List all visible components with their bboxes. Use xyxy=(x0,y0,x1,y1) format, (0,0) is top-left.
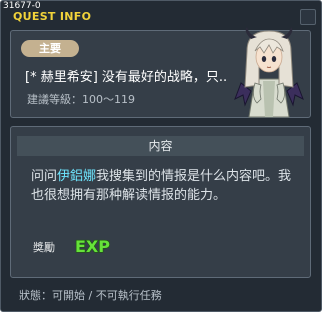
close-button[interactable] xyxy=(300,9,316,25)
recommended-level: 建議等級：100～119 xyxy=(27,93,135,106)
npc-name-link[interactable]: 伊鋁娜 xyxy=(57,169,96,184)
quest-status: 狀態：可開始 / 不可執行任務 xyxy=(19,289,162,302)
reward-label: 獎勵 xyxy=(33,241,55,254)
reward-row: 獎勵 EXP xyxy=(11,227,310,267)
quest-description: 问问伊鋁娜我搜集到的情报是什么内容吧。我也很想拥有那种解读情报的能力。 xyxy=(31,167,303,205)
quest-name: [* 赫里希安] 没有最好的战略，只.. xyxy=(25,70,228,85)
npc-portrait xyxy=(234,27,304,118)
quest-info-window: 31677-0 QUEST INFO 主要 [* 赫里希安] 没有最好的战略，只… xyxy=(0,0,322,312)
window-title: QUEST INFO xyxy=(13,10,92,23)
quest-content-panel: 内容 问问伊鋁娜我搜集到的情报是什么内容吧。我也很想拥有那种解读情报的能力。 獎… xyxy=(10,126,311,278)
exp-label: EXP xyxy=(75,237,110,256)
content-header: 内容 xyxy=(17,136,304,156)
quest-category-badge: 主要 xyxy=(21,40,79,57)
description-prefix: 问问 xyxy=(31,169,58,184)
exp-reward-icon[interactable]: EXP xyxy=(73,235,117,257)
